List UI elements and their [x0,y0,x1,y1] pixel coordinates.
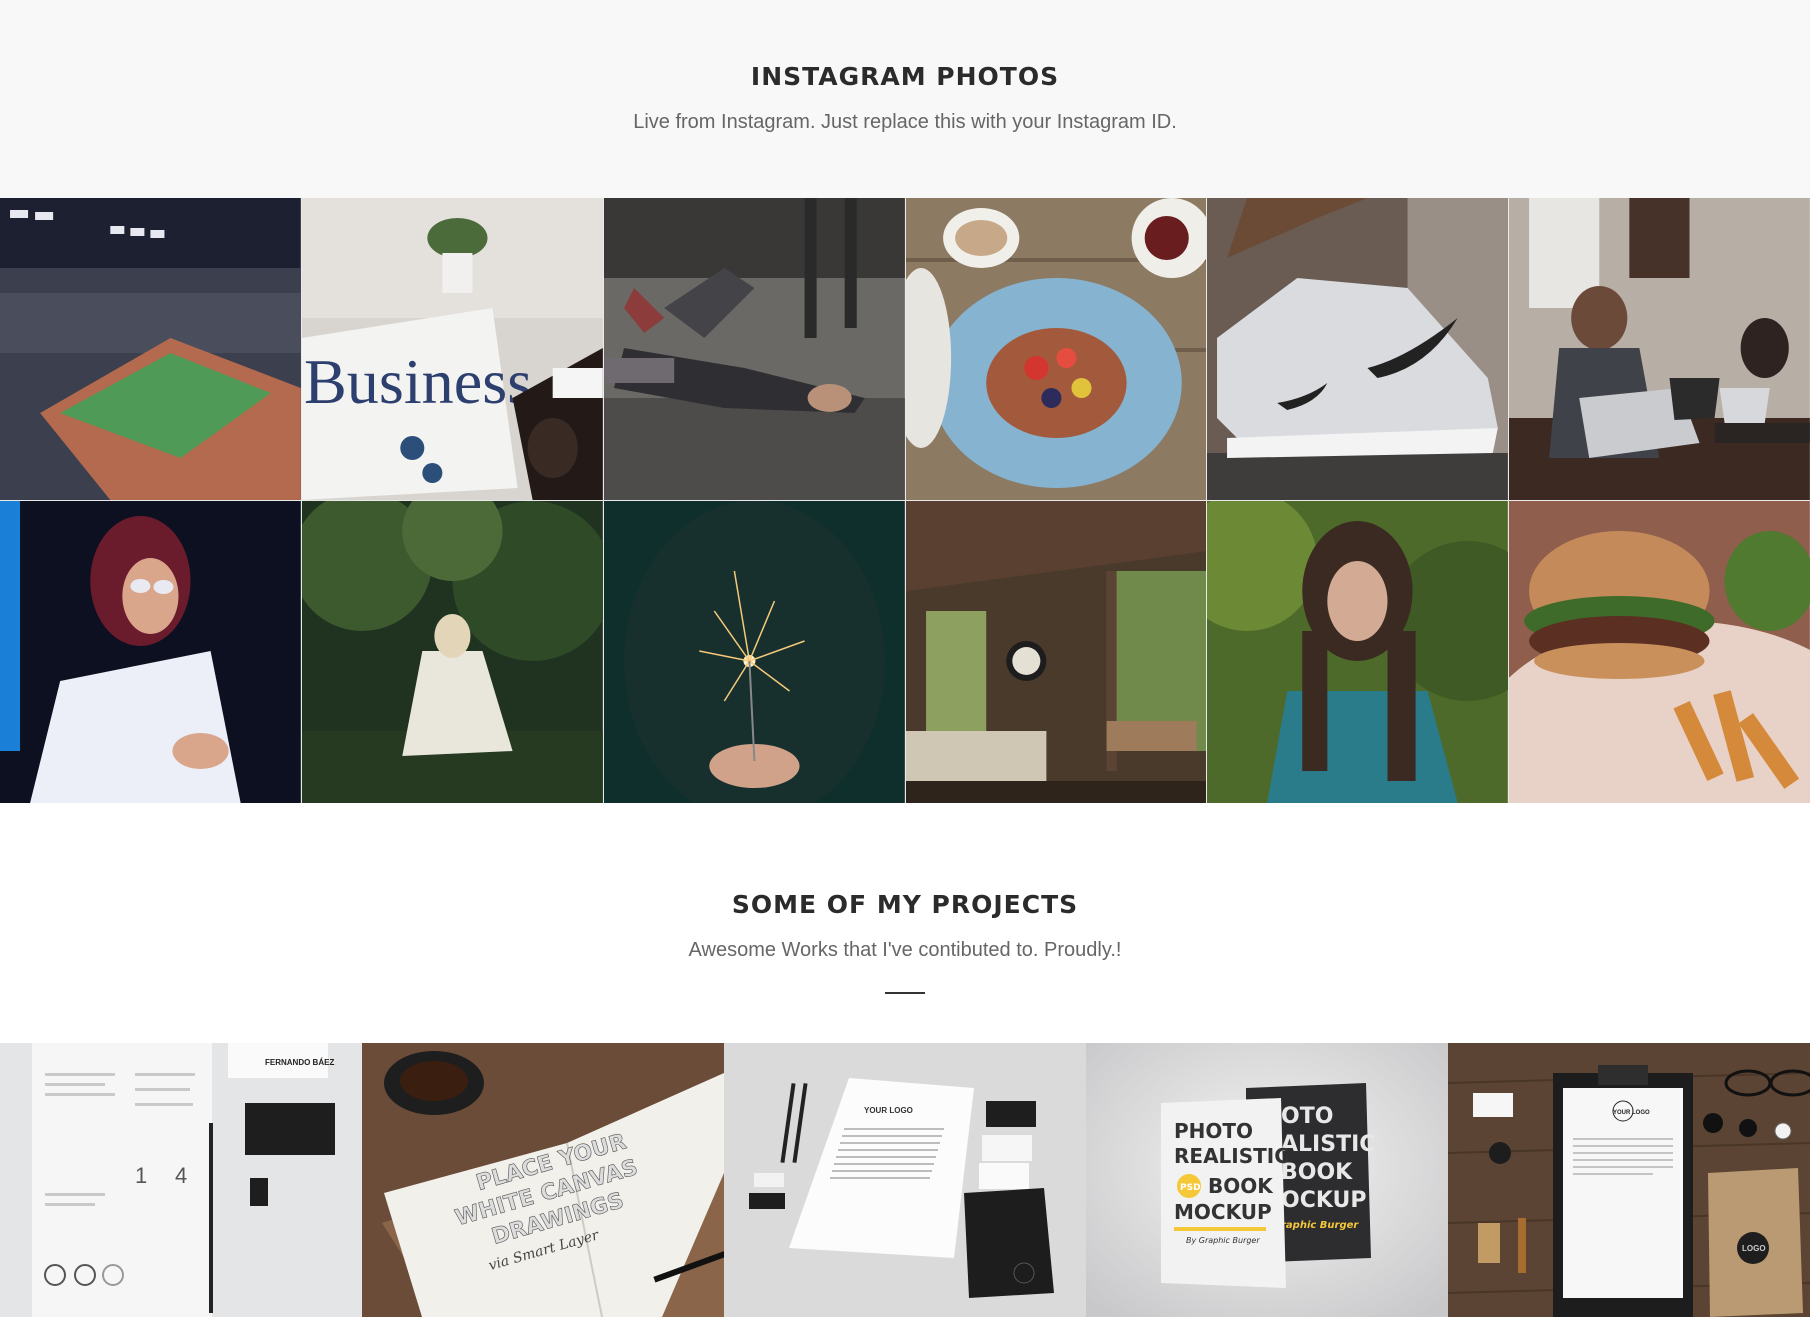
notebook-logo: LOGO [1742,1244,1766,1253]
book-credit: By Graphic Burger [1186,1236,1260,1245]
book-line-4: MOCKUP [1174,1200,1272,1224]
book-back-line-4: OCKUP [1281,1188,1367,1213]
book-back-line-2: ALISTIC [1281,1132,1375,1157]
instagram-subtitle: Live from Instagram. Just replace this w… [633,111,1177,133]
instagram-photo-sneaker[interactable] [1207,198,1509,500]
clipboard-logo: YOUR LOGO [1613,1110,1650,1116]
instagram-photo-teal-sweater[interactable] [1207,501,1509,803]
instagram-title: INSTAGRAM PHOTOS [750,62,1060,91]
project-book-mockup[interactable]: OTO ALISTIC BOOK OCKUP raphic Burger PHO… [1086,1043,1448,1317]
instagram-section: INSTAGRAM PHOTOS Live from Instagram. Ju… [0,0,1810,198]
instagram-photo-forest[interactable] [301,501,603,803]
instagram-photo-burger[interactable] [1509,501,1810,803]
project-resume-mockup[interactable]: 1 4 FERNANDO BÁEZ [0,1043,362,1317]
newspaper-headline: Business [304,346,532,417]
book-line-3: BOOK [1208,1174,1274,1198]
book-back-line-1: OTO [1281,1104,1333,1129]
book-back-line-3: BOOK [1281,1160,1353,1185]
instagram-photo-stadium[interactable] [0,198,301,500]
resume-number-1: 1 [135,1163,147,1188]
instagram-photo-fitness[interactable] [603,198,905,500]
instagram-photo-sparkler[interactable] [603,501,905,803]
projects-section: SOME OF MY PROJECTS Awesome Works that I… [0,803,1810,1043]
project-stationery-mockup[interactable]: YOUR LOGO [724,1043,1086,1317]
book-line-2: REALISTIC [1174,1144,1289,1168]
projects-grid: 1 4 FERNANDO BÁEZ PLACE YOUR WHITE CANVA… [0,1043,1810,1317]
instagram-photo-office[interactable] [1509,198,1810,500]
section-divider [885,992,925,994]
stationery-logo: YOUR LOGO [864,1106,913,1115]
book-line-1: PHOTO [1174,1119,1253,1143]
project-sketchbook-mockup[interactable]: PLACE YOUR WHITE CANVAS DRAWINGS via Sma… [362,1043,724,1317]
resume-number-2: 4 [175,1163,187,1188]
instagram-photo-breakfast[interactable] [905,198,1207,500]
resume-name: FERNANDO BÁEZ [265,1058,334,1067]
instagram-photo-newspaper[interactable]: Business [301,198,603,500]
instagram-photo-grid: Business [0,198,1810,803]
project-branding-mockup[interactable]: YOUR LOGO LOGO [1448,1043,1810,1317]
instagram-photo-sunglasses-portrait[interactable] [0,501,301,803]
instagram-photo-porch[interactable] [905,501,1207,803]
book-back-credit: raphic Burger [1281,1220,1359,1231]
book-psd-badge: PSD [1180,1183,1201,1193]
projects-subtitle: Awesome Works that I've contibuted to. P… [688,939,1122,961]
projects-title: SOME OF MY PROJECTS [731,890,1079,919]
